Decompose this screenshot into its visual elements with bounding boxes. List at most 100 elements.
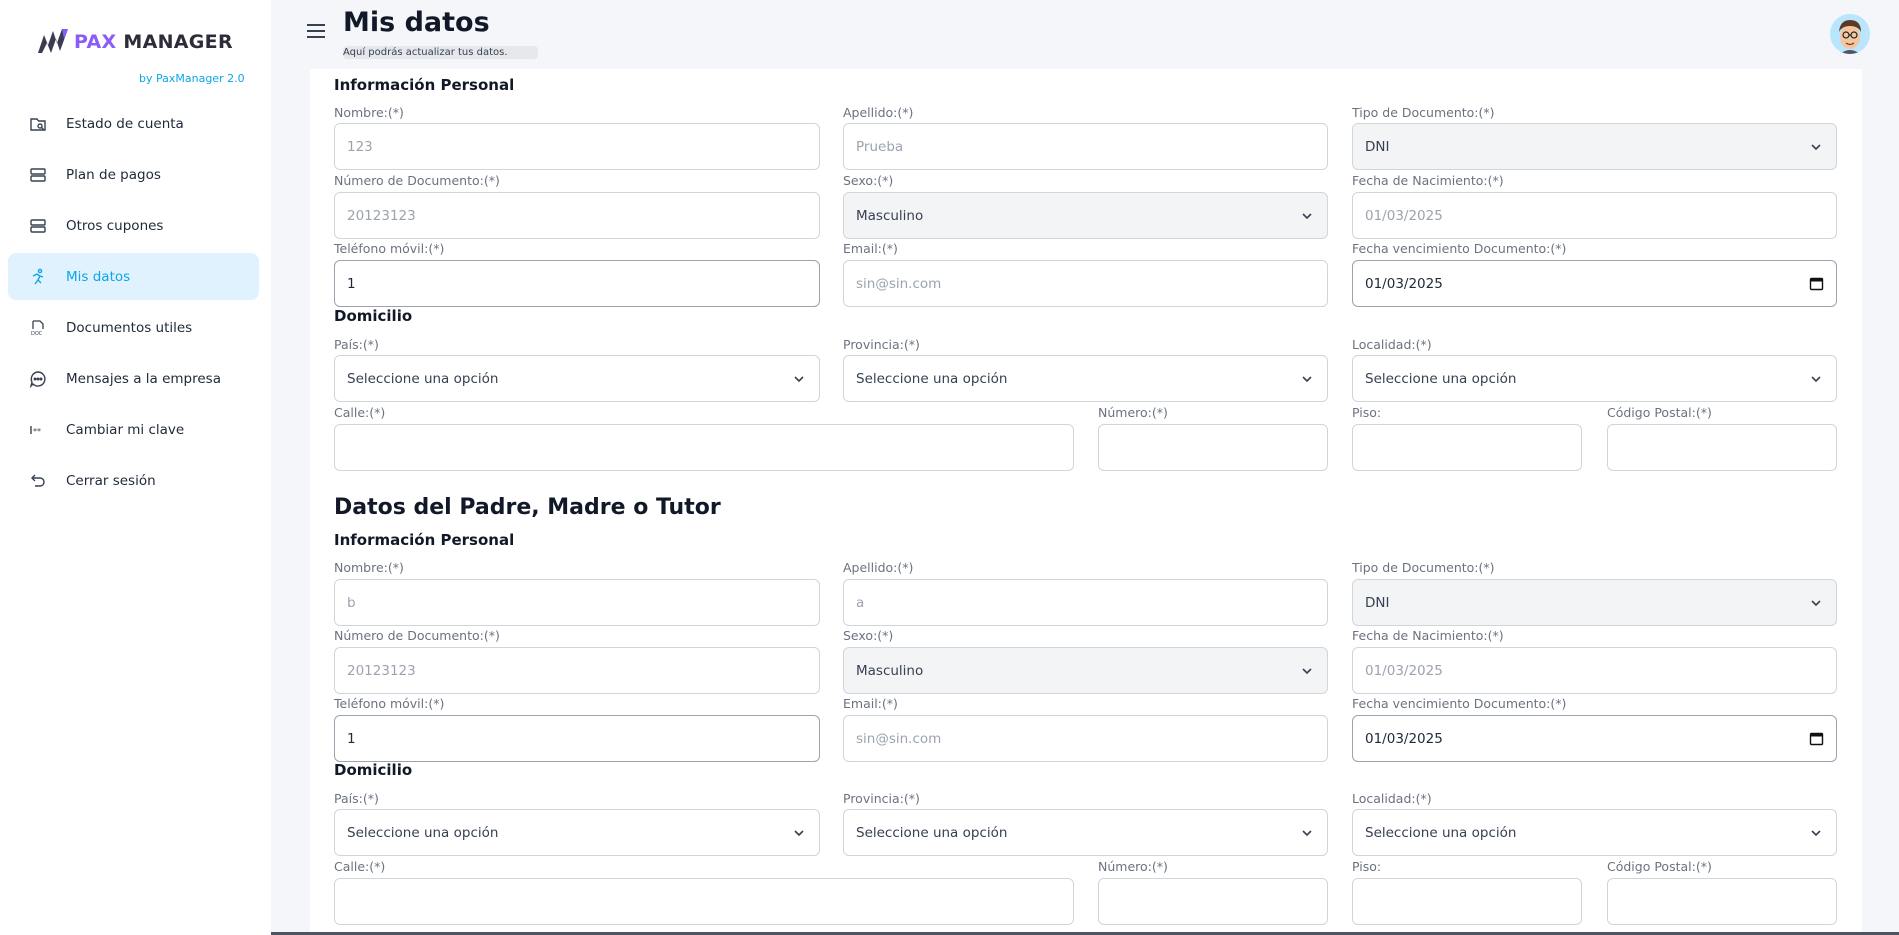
student-email-value: sin@sin.com (856, 275, 942, 292)
sidebar-item-label: Plan de pagos (66, 166, 161, 183)
tutor-tipo-doc-select[interactable]: DNI (1352, 579, 1837, 626)
logo-manager: MANAGER (123, 31, 233, 53)
page-title: Mis datos (343, 7, 490, 38)
sidebar-item-label: Otros cupones (66, 217, 164, 234)
student-apellido-field[interactable]: Prueba (843, 123, 1328, 170)
tutor-numero-label: Número:(*) (1098, 859, 1168, 874)
tutor-email-value: sin@sin.com (856, 730, 942, 747)
tutor-pais-value: Seleccione una opción (347, 824, 499, 841)
tutor-localidad-label: Localidad:(*) (1352, 791, 1432, 806)
tutor-localidad-select[interactable]: Seleccione una opción (1352, 809, 1837, 856)
student-provincia-select[interactable]: Seleccione una opción (843, 355, 1328, 402)
sidebar-nav: Estado de cuenta Plan de pagos Otros cup… (8, 100, 259, 508)
student-fecha-nac-field[interactable]: 01/03/2025 (1352, 192, 1837, 239)
chevron-down-icon (1302, 213, 1312, 220)
user-avatar[interactable] (1830, 14, 1870, 54)
student-sexo-select[interactable]: Masculino (843, 192, 1328, 239)
student-num-doc-field[interactable]: 20123123 (334, 192, 820, 239)
student-tipo-doc-value: DNI (1365, 138, 1390, 155)
student-tipo-doc-select[interactable]: DNI (1352, 123, 1837, 170)
chevron-down-icon (1302, 668, 1312, 675)
student-pais-label: País:(*) (334, 337, 379, 352)
logo-pax: PAX (74, 31, 117, 53)
student-pais-select[interactable]: Seleccione una opción (334, 355, 820, 402)
student-fecha-venc-label: Fecha vencimiento Documento:(*) (1352, 241, 1567, 256)
tutor-apellido-field[interactable]: a (843, 579, 1328, 626)
chevron-down-icon (1302, 830, 1312, 837)
tutor-sexo-label: Sexo:(*) (843, 628, 894, 643)
tutor-sexo-select[interactable]: Masculino (843, 647, 1328, 694)
sidebar-item-label: Estado de cuenta (66, 115, 184, 132)
student-fecha-venc-field[interactable]: 01/03/2025 (1352, 260, 1837, 307)
sidebar-item-mensajes[interactable]: Mensajes a la empresa (8, 355, 259, 402)
app-logo[interactable]: PAX MANAGER (36, 25, 233, 59)
stack-icon (28, 216, 48, 236)
logout-icon (28, 471, 48, 491)
tutor-cp-field[interactable] (1607, 878, 1837, 925)
student-cp-field[interactable] (1607, 424, 1837, 471)
doc-icon: DOC (28, 318, 48, 338)
sidebar-item-mis-datos[interactable]: Mis datos (8, 253, 259, 300)
student-nombre-label: Nombre:(*) (334, 105, 404, 120)
student-provincia-label: Provincia:(*) (843, 337, 920, 352)
tutor-telefono-label: Teléfono móvil:(*) (334, 696, 445, 711)
student-email-label: Email:(*) (843, 241, 898, 256)
calendar-icon[interactable] (1809, 731, 1824, 746)
student-nombre-field[interactable]: 123 (334, 123, 820, 170)
tutor-numero-field[interactable] (1098, 878, 1328, 925)
tutor-fecha-nac-label: Fecha de Nacimiento:(*) (1352, 628, 1504, 643)
sidebar-item-otros-cupones[interactable]: Otros cupones (8, 202, 259, 249)
student-telefono-field[interactable]: 1 (334, 260, 820, 307)
student-piso-field[interactable] (1352, 424, 1582, 471)
student-localidad-select[interactable]: Seleccione una opción (1352, 355, 1837, 402)
tutor-apellido-value: a (856, 594, 865, 611)
tutor-telefono-value: 1 (347, 730, 356, 747)
student-apellido-value: Prueba (856, 138, 904, 155)
tutor-fecha-venc-field[interactable]: 01/03/2025 (1352, 715, 1837, 762)
student-domicilio-title: Domicilio (334, 307, 413, 325)
sidebar-item-estado-de-cuenta[interactable]: Estado de cuenta (8, 100, 259, 147)
student-cp-label: Código Postal:(*) (1607, 405, 1712, 420)
tutor-email-field[interactable]: sin@sin.com (843, 715, 1328, 762)
tutor-num-doc-field[interactable]: 20123123 (334, 647, 820, 694)
tutor-telefono-field[interactable]: 1 (334, 715, 820, 762)
calendar-icon[interactable] (1809, 276, 1824, 291)
avatar-face-icon (1830, 14, 1870, 54)
chevron-down-icon (1811, 144, 1821, 151)
chevron-down-icon (1811, 376, 1821, 383)
student-fecha-nac-value: 01/03/2025 (1365, 207, 1443, 224)
sidebar-item-documentos-utiles[interactable]: DOC Documentos utiles (8, 304, 259, 351)
student-calle-field[interactable] (334, 424, 1074, 471)
sidebar-item-cambiar-clave[interactable]: ** Cambiar mi clave (8, 406, 259, 453)
menu-toggle-icon[interactable] (307, 24, 325, 38)
student-fecha-venc-value: 01/03/2025 (1365, 275, 1443, 292)
chevron-down-icon (1302, 376, 1312, 383)
student-sexo-label: Sexo:(*) (843, 173, 894, 188)
student-fecha-nac-label: Fecha de Nacimiento:(*) (1352, 173, 1504, 188)
student-calle-label: Calle:(*) (334, 405, 386, 420)
stack-icon (28, 165, 48, 185)
tutor-provincia-label: Provincia:(*) (843, 791, 920, 806)
student-email-field[interactable]: sin@sin.com (843, 260, 1328, 307)
tutor-pais-label: País:(*) (334, 791, 379, 806)
tutor-apellido-label: Apellido:(*) (843, 560, 914, 575)
student-numero-field[interactable] (1098, 424, 1328, 471)
logo-icon (38, 29, 68, 53)
chevron-down-icon (794, 376, 804, 383)
tutor-calle-label: Calle:(*) (334, 859, 386, 874)
tutor-nombre-value: b (347, 594, 356, 611)
chevron-down-icon (1811, 830, 1821, 837)
tutor-pais-select[interactable]: Seleccione una opción (334, 809, 820, 856)
tutor-section-title: Datos del Padre, Madre o Tutor (334, 495, 721, 520)
tutor-piso-field[interactable] (1352, 878, 1582, 925)
sidebar-item-label: Cerrar sesión (66, 472, 156, 489)
sidebar-item-cerrar-sesion[interactable]: Cerrar sesión (8, 457, 259, 504)
logo-subtitle: by PaxManager 2.0 (139, 72, 245, 85)
sidebar-item-plan-de-pagos[interactable]: Plan de pagos (8, 151, 259, 198)
tutor-nombre-field[interactable]: b (334, 579, 820, 626)
student-nombre-value: 123 (347, 138, 373, 155)
tutor-calle-field[interactable] (334, 878, 1074, 925)
tutor-provincia-select[interactable]: Seleccione una opción (843, 809, 1328, 856)
student-piso-label: Piso: (1352, 405, 1382, 420)
tutor-fecha-nac-field[interactable]: 01/03/2025 (1352, 647, 1837, 694)
